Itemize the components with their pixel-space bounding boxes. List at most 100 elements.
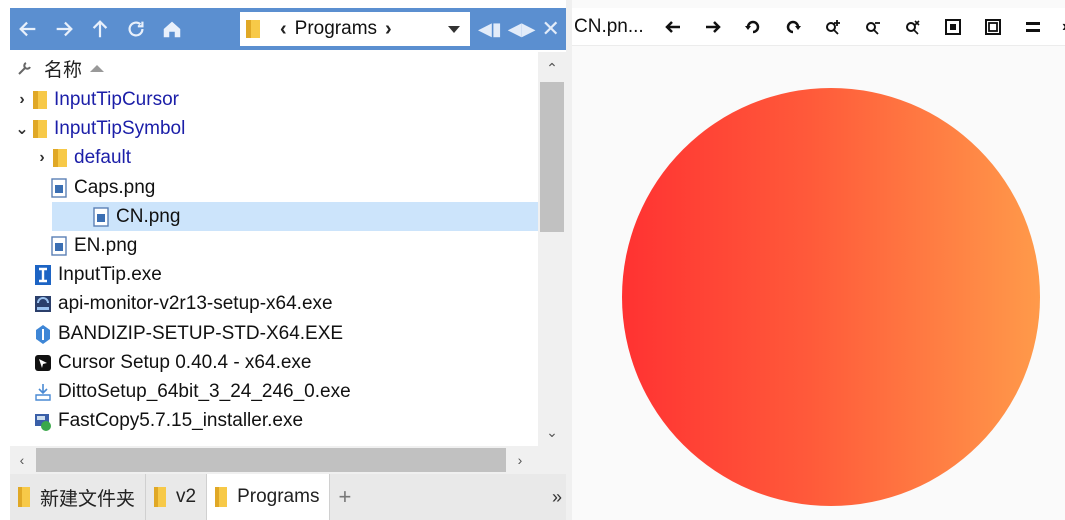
expand-down-icon[interactable]: ⌄ — [14, 119, 30, 139]
forward-button[interactable] — [46, 8, 82, 50]
preview-image-circle — [622, 88, 1040, 506]
horizontal-scrollbar-thumb[interactable] — [36, 448, 506, 472]
tree-item[interactable]: › InputTipCursor — [10, 85, 538, 114]
refresh-icon — [128, 21, 144, 37]
rotate-left-icon — [744, 20, 759, 33]
arrow-left-icon — [664, 20, 680, 33]
arrow-up-icon — [92, 20, 108, 38]
scroll-right-icon[interactable]: › — [508, 446, 532, 474]
refresh-button[interactable] — [118, 8, 154, 50]
tree-item-label: InputTipSymbol — [54, 117, 186, 139]
image-preview-pane: CN.pn... › — [566, 0, 1065, 520]
tab-new-folder[interactable]: 新建文件夹 — [10, 474, 147, 520]
zoom-in-button[interactable] — [818, 12, 848, 42]
up-button[interactable] — [82, 8, 118, 50]
previous-image-button[interactable] — [658, 12, 688, 42]
scroll-left-icon[interactable]: ‹ — [10, 446, 34, 474]
rotate-left-button[interactable] — [738, 12, 768, 42]
tree-item-label: Cursor Setup 0.40.4 - x64.exe — [58, 351, 312, 373]
tree-item-label: BANDIZIP-SETUP-STD-X64.EXE — [58, 322, 344, 344]
wrench-icon[interactable] — [16, 59, 34, 77]
zoom-reset-button[interactable] — [898, 12, 928, 42]
scrollbar-thumb[interactable] — [540, 82, 564, 232]
horizontal-scrollbar[interactable]: ‹ › — [10, 446, 566, 474]
pane-left-icon[interactable]: ◀▮ — [478, 19, 502, 40]
tab-label: 新建文件夹 — [40, 488, 136, 510]
rotate-right-button[interactable] — [778, 12, 808, 42]
tree-item-label: InputTip.exe — [58, 263, 162, 285]
image-canvas — [572, 46, 1065, 520]
tree-item-label: EN.png — [74, 234, 138, 256]
cursor-app-icon — [35, 354, 51, 371]
tree-item[interactable]: api-monitor-v2r13-setup-x64.exe — [10, 289, 538, 318]
tree-item-label: FastCopy5.7.15_installer.exe — [58, 409, 304, 431]
path-back-chevron-icon[interactable]: ‹ — [280, 18, 287, 41]
tree-item[interactable]: InputTip.exe — [10, 260, 538, 289]
expand-right-icon[interactable]: › — [14, 91, 30, 109]
folder-icon — [215, 487, 228, 507]
zoom-in-icon — [825, 19, 840, 35]
tree-item-label: default — [74, 146, 132, 168]
expand-right-icon[interactable]: › — [34, 149, 50, 167]
new-tab-button[interactable]: + — [330, 474, 359, 520]
fit-window-icon — [944, 18, 961, 35]
tree-item-label: api-monitor-v2r13-setup-x64.exe — [58, 292, 333, 314]
tree-item[interactable]: Caps.png — [10, 173, 538, 202]
tree-item[interactable]: CN.png — [52, 202, 538, 231]
image-file-icon — [51, 177, 67, 198]
more-button[interactable]: › — [1058, 12, 1065, 42]
ditto-app-icon — [35, 383, 51, 401]
more-tabs-button[interactable]: » — [552, 474, 562, 520]
preview-title: CN.pn... — [574, 15, 644, 37]
path-forward-chevron-icon[interactable]: › — [385, 18, 392, 41]
tree-item-label: DittoSetup_64bit_3_24_246_0.exe — [58, 380, 351, 402]
tree-item[interactable]: › default — [10, 143, 538, 172]
zoom-out-button[interactable] — [858, 12, 888, 42]
actual-size-button[interactable] — [978, 12, 1008, 42]
inputtip-app-icon — [35, 264, 51, 285]
tree-item-label: InputTipCursor — [54, 88, 179, 110]
scroll-down-icon[interactable]: ⌄ — [538, 420, 566, 444]
next-image-button[interactable] — [698, 12, 728, 42]
bandizip-app-icon — [36, 324, 50, 344]
tab-label: v2 — [176, 486, 197, 507]
folder-icon — [18, 487, 30, 507]
name-column-label: 名称 — [44, 59, 83, 81]
image-file-icon — [93, 206, 109, 227]
tab-v2[interactable]: v2 — [146, 474, 208, 520]
path-bar[interactable]: ‹ Programs › — [240, 12, 470, 46]
folder-icon — [33, 90, 47, 109]
fastcopy-app-icon — [35, 413, 51, 431]
close-icon[interactable]: ✕ — [541, 16, 559, 42]
preview-toolbar: CN.pn... › — [572, 8, 1065, 46]
path-dropdown-icon[interactable] — [448, 25, 460, 33]
tree-item[interactable]: BANDIZIP-SETUP-STD-X64.EXE — [10, 319, 538, 348]
scroll-up-icon[interactable]: ⌃ — [538, 56, 566, 80]
fit-window-button[interactable] — [938, 12, 968, 42]
folder-icon — [53, 148, 67, 167]
zoom-out-icon — [865, 21, 880, 35]
back-button[interactable] — [10, 8, 46, 50]
tree-item[interactable]: DittoSetup_64bit_3_24_246_0.exe — [10, 377, 538, 406]
home-button[interactable] — [154, 8, 190, 50]
tree-item-label: CN.png — [116, 205, 181, 227]
vertical-scrollbar[interactable]: ⌃ ⌄ — [538, 52, 566, 446]
tree-item-label: Caps.png — [74, 176, 156, 198]
column-header[interactable]: 名称 — [10, 52, 538, 84]
tree-item[interactable]: EN.png — [10, 231, 538, 260]
pane-swap-icon[interactable]: ◀▶ — [508, 19, 536, 40]
tab-programs[interactable]: Programs — [207, 474, 331, 520]
arrow-left-icon — [19, 21, 36, 37]
folder-icon — [154, 487, 167, 507]
folder-icon — [33, 119, 47, 138]
file-explorer-pane: ‹ Programs › ◀▮ ◀▶ ✕ 名称 › InputTipCursor ⌄… — [0, 0, 566, 520]
zoom-reset-icon — [905, 19, 920, 35]
navigation-toolbar: ‹ Programs › ◀▮ ◀▶ ✕ — [10, 8, 566, 50]
image-file-icon — [51, 235, 67, 256]
tree-item[interactable]: Cursor Setup 0.40.4 - x64.exe — [10, 348, 538, 377]
tree-item[interactable]: FastCopy5.7.15_installer.exe — [10, 406, 538, 435]
api-monitor-app-icon — [35, 295, 51, 312]
rotate-right-icon — [786, 20, 801, 33]
tree-item[interactable]: ⌄ InputTipSymbol — [10, 114, 538, 143]
menu-button[interactable] — [1018, 12, 1048, 42]
